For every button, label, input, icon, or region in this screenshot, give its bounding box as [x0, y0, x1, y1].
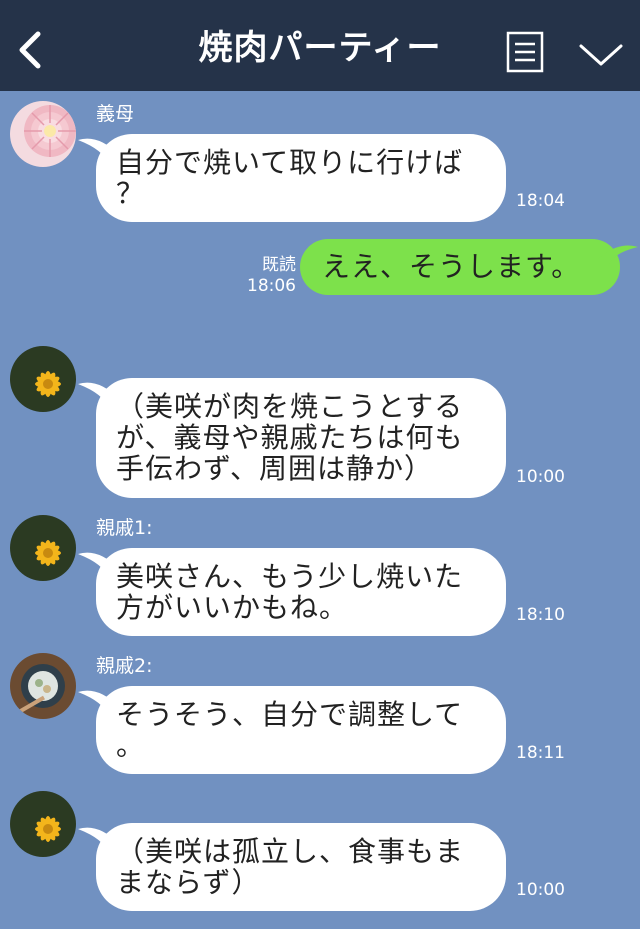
message-text: （美咲が肉を焼こうとする が、義母や親戚たちは何も 手伝わず、周囲は静か） — [116, 390, 464, 485]
message-text: 自分で焼いて取りに行けば ？ — [116, 146, 464, 210]
message-bubble[interactable]: そうそう、自分で調整して 。 — [78, 686, 506, 774]
message-bubble[interactable]: 美咲さん、もう少し焼いた 方がいいかもね。 — [78, 548, 506, 636]
message-bubble[interactable]: （美咲は孤立し、食事もま まならず） — [78, 823, 506, 911]
chat-header: 焼肉パーティー — [0, 0, 640, 91]
message-bubble[interactable]: 自分で焼いて取りに行けば ？ — [78, 134, 506, 222]
message-time: 10:00 — [516, 880, 565, 900]
read-label: 既読 — [262, 255, 296, 275]
message-time: 18:06 — [247, 276, 296, 296]
my-message-bubble[interactable]: ええ、そうします。 — [300, 239, 638, 295]
avatar-sunflower[interactable] — [10, 791, 76, 857]
message-time: 18:04 — [516, 191, 565, 211]
message-text: ええ、そうします。 — [322, 250, 581, 283]
message-time: 18:10 — [516, 605, 565, 625]
menu-icon[interactable] — [506, 31, 544, 73]
sender-name: 親戚2: — [96, 655, 153, 677]
bubble-tail — [598, 245, 638, 267]
bubble-tail — [78, 138, 118, 164]
avatar-food-dish[interactable] — [10, 653, 76, 719]
message-time: 10:00 — [516, 467, 565, 487]
avatar-pink-flower[interactable] — [10, 101, 76, 167]
message-text: 美咲さん、もう少し焼いた 方がいいかもね。 — [116, 560, 464, 624]
message-time: 18:11 — [516, 743, 565, 763]
avatar-sunflower[interactable] — [10, 346, 76, 412]
bubble-tail — [78, 827, 118, 853]
bubble-tail — [78, 552, 118, 578]
message-bubble[interactable]: （美咲が肉を焼こうとする が、義母や親戚たちは何も 手伝わず、周囲は静か） — [78, 378, 506, 498]
bubble-tail — [78, 382, 118, 408]
avatar-sunflower[interactable] — [10, 515, 76, 581]
message-text: そうそう、自分で調整して 。 — [116, 698, 464, 762]
back-arrow-icon[interactable] — [14, 30, 48, 70]
bubble-tail — [78, 690, 118, 716]
sender-name: 義母 — [96, 103, 135, 125]
chat-title: 焼肉パーティー — [198, 28, 442, 68]
sender-name: 親戚1: — [96, 517, 153, 539]
chevron-down-icon[interactable] — [578, 42, 624, 68]
message-text: （美咲は孤立し、食事もま まならず） — [116, 835, 465, 899]
read-receipt: 既読 18:06 — [244, 255, 296, 297]
